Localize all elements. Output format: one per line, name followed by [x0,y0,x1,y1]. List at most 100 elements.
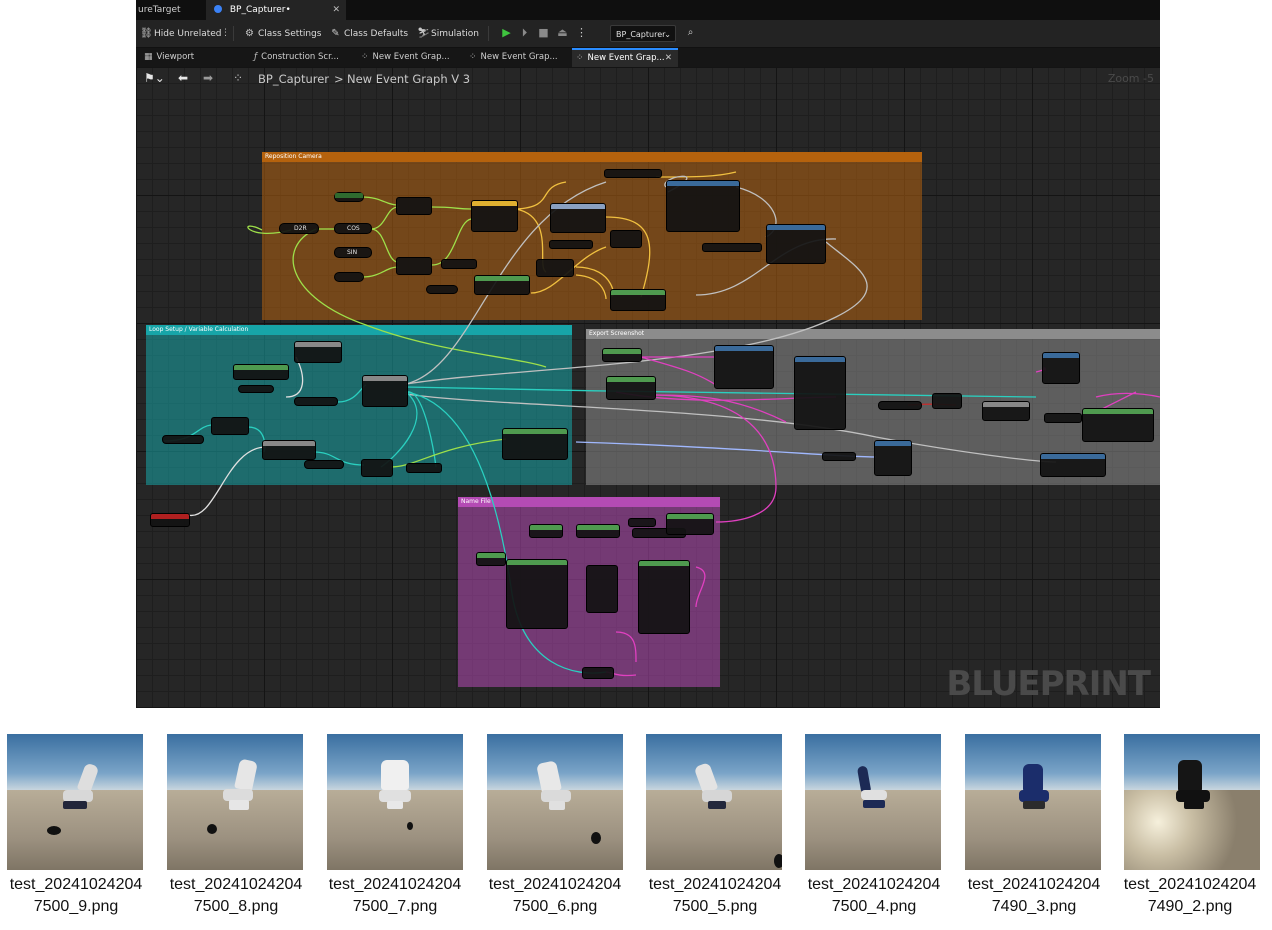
make-literal-float-node[interactable] [502,428,568,460]
class-defaults-button[interactable]: ✎ Class Defaults [330,24,408,43]
set-world-rotation-node[interactable] [766,224,826,264]
caption-line-1: test_20241024204 [9,876,143,893]
set-world-location-node[interactable] [666,180,740,232]
debug-object-dropdown[interactable]: BP_Capturer ⌄ [610,25,676,42]
variable-node-degrees-to-rotate[interactable] [304,460,344,469]
tab-event-graph-1[interactable]: ⁘ New Event Grap... [361,48,450,67]
caption-line-2: 7500_6.png [512,898,598,915]
d2r-node[interactable]: D2R [279,223,319,234]
variable-node-scene-capture-2[interactable] [702,243,762,252]
find-in-blueprint-icon[interactable]: ⌕ [685,26,696,40]
close-icon[interactable]: ✕ [665,50,672,66]
thumbnail-image[interactable] [487,734,623,870]
get-actor-location-target-node[interactable] [474,275,530,295]
branch-node-2[interactable] [982,401,1030,421]
convert-node[interactable] [406,463,442,473]
tab-construction-script[interactable]: ƒ Construction Scr... [254,48,339,67]
stop-icon[interactable]: ■ [538,26,549,40]
sin-node[interactable]: SIN [334,247,372,258]
thumbnail-caption[interactable]: test_20241024204 7500_8.png [156,874,316,918]
multiply-node[interactable] [361,459,393,477]
tab-render-target[interactable]: ureTarget [136,0,206,20]
variable-node-orbit-height[interactable] [441,259,477,269]
to-string-nodes[interactable] [586,565,618,613]
variable-node-number-of-photos-4[interactable] [1044,413,1082,423]
export-render-target-node[interactable] [714,345,774,389]
find-look-at-rotation-node[interactable] [610,289,666,311]
print-string-node[interactable] [794,356,846,430]
thumbnail-caption[interactable]: test_20241024204 7500_7.png [315,874,475,918]
append-node-2[interactable] [1082,408,1154,442]
thumbnail-caption[interactable]: test_20241024204 7490_2.png [1110,874,1270,918]
variable-node-target-actor[interactable] [426,285,458,294]
close-icon[interactable]: ✕ [332,0,340,20]
thumbnail-image[interactable] [327,734,463,870]
multiply-node[interactable] [396,197,432,215]
for-loop-node[interactable] [362,375,408,407]
thumbnail-image[interactable] [167,734,303,870]
thumbnail-caption[interactable]: test_20241024204 7500_4.png [794,874,954,918]
append-node-5[interactable] [638,560,690,634]
make-rotator-node[interactable] [550,203,606,233]
event-graph-icon: ⁘ [361,52,369,62]
class-settings-button[interactable]: ⚙ Class Settings [244,24,321,43]
thumbnail-caption[interactable]: test_20241024204 7490_3.png [954,874,1114,918]
branch-node[interactable] [294,341,342,363]
delay-node[interactable] [1040,453,1106,477]
append-node[interactable] [606,376,656,400]
cos-node[interactable]: COS [334,223,372,234]
hide-unrelated-button[interactable]: ⛓Hide Unrelated [140,24,222,43]
set-degrees-to-rotate-node[interactable] [262,440,316,460]
caption-line-1: test_20241024204 [169,876,303,893]
thumbnail-image[interactable] [646,734,782,870]
play-icon[interactable]: ▶ [501,26,512,40]
graph-canvas[interactable]: ⚑⌄ ⬅ ➡ ⁘ BP_Capturer > New Event Graph V… [136,67,1160,708]
simulation-button[interactable]: ⛷Simulation [417,24,479,43]
print-string-node-3[interactable] [1042,352,1080,384]
tab-bp-capturer[interactable]: BP_Capturer• ✕ [206,0,346,20]
thumbnail-caption[interactable]: test_20241024204 7500_9.png [0,874,156,918]
variable-node-scene-capture[interactable] [604,169,662,178]
now-node[interactable] [476,552,506,566]
variable-node-orbit-radius[interactable] [334,192,364,202]
append-node-4[interactable] [666,513,714,535]
thumbnail-caption[interactable]: test_20241024204 7500_6.png [475,874,635,918]
thumbnail-image[interactable] [805,734,941,870]
hide-unrelated-options-icon[interactable]: ⋮ [221,24,230,43]
get-render-target-node[interactable] [602,348,642,362]
add-node[interactable] [610,230,642,248]
get-project-dir-node[interactable] [529,524,563,538]
eject-icon[interactable]: ⏏ [557,26,568,40]
convert-node-2[interactable] [822,452,856,461]
thumbnail-image[interactable] [7,734,143,870]
play-options-icon[interactable]: ⋮ [576,26,587,40]
compare-node[interactable] [932,393,962,409]
variable-node-file-prefix[interactable] [628,518,656,527]
break-date-time-node[interactable] [506,559,568,629]
get-actor-location-node[interactable] [549,240,593,249]
subtract-node[interactable] [211,417,249,435]
variable-node-number-of-photos-2[interactable] [162,435,204,444]
variable-node-orbit-radius-2[interactable] [334,272,364,282]
thumbnail-caption[interactable]: test_20241024204 7500_5.png [635,874,795,918]
variable-node-number-of-photos[interactable] [294,397,338,406]
print-string-node-2[interactable] [874,440,912,476]
tab-viewport[interactable]: ▦ Viewport [144,48,194,67]
resume-icon[interactable]: ⏵ [519,26,530,40]
blueprint-watermark: BLUEPRINT [946,664,1151,704]
variable-node-number-of-photos-3[interactable] [878,401,922,410]
make-vector-node[interactable] [471,200,518,232]
add-node[interactable] [536,259,574,277]
variable-node-target-actor[interactable] [238,385,274,393]
thumbnail-image[interactable] [965,734,1101,870]
tab-event-graph-2[interactable]: ⁘ New Event Grap... [469,48,558,67]
event-graph-icon: ⁘ [469,52,477,62]
convert-node-3[interactable] [582,667,614,679]
to-lower-node[interactable] [576,524,620,538]
multiply-node[interactable] [396,257,432,275]
thumbnail-image[interactable] [1124,734,1260,870]
is-valid-node[interactable] [233,364,289,380]
event-begin-play-node[interactable] [150,513,190,527]
tab-event-graph-3[interactable]: ⁘ New Event Grap... ✕ [572,48,678,67]
function-icon: ƒ [254,52,258,62]
